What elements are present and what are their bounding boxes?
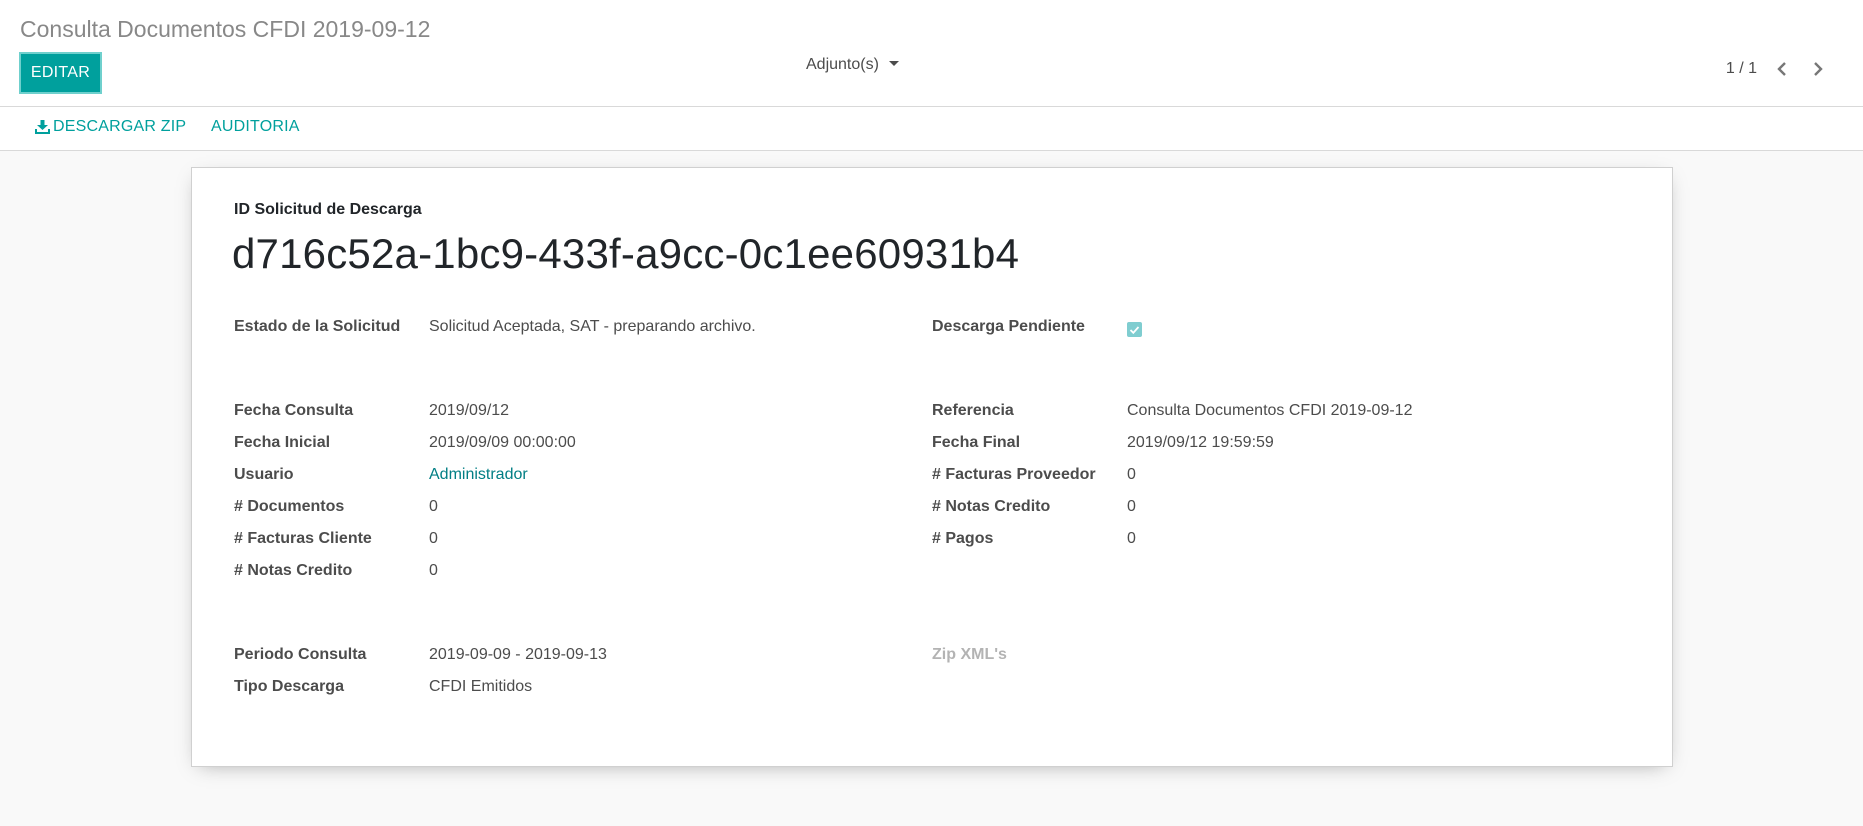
download-icon bbox=[35, 120, 50, 134]
zip-xml-label: Zip XML's bbox=[932, 646, 1007, 663]
field-label-pagos: # Pagos bbox=[932, 530, 994, 547]
field-value-fecha-consulta: 2019/09/12 bbox=[429, 402, 510, 419]
field-label-fecha-inicial: Fecha Inicial bbox=[234, 434, 331, 451]
field-value-documentos: 0 bbox=[429, 498, 438, 515]
field-value-fecha-inicial: 2019/09/09 00:00:00 bbox=[429, 434, 576, 451]
pending-checkbox[interactable] bbox=[1127, 322, 1142, 337]
user-link[interactable]: Administrador bbox=[429, 466, 528, 484]
attachments-dropdown[interactable]: Adjunto(s) bbox=[806, 56, 899, 74]
field-value-fecha-final: 2019/09/12 19:59:59 bbox=[1127, 434, 1274, 451]
field-value-pagos: 0 bbox=[1127, 530, 1136, 547]
pager-next-button[interactable] bbox=[1807, 58, 1829, 80]
field-label-notas-credito-emitidas: # Notas Credito bbox=[234, 562, 353, 579]
download-zip-button[interactable]: DESCARGAR ZIP bbox=[35, 118, 186, 136]
field-label-referencia: Referencia bbox=[932, 402, 1014, 419]
field-label-usuario: Usuario bbox=[234, 466, 294, 483]
download-zip-label: DESCARGAR ZIP bbox=[53, 118, 187, 135]
audit-button[interactable]: AUDITORIA bbox=[211, 118, 300, 136]
field-value-facturas-cliente: 0 bbox=[429, 530, 438, 547]
pager: 1 / 1 bbox=[1726, 58, 1829, 80]
field-label-fecha-final: Fecha Final bbox=[932, 434, 1021, 451]
field-value-notas-credito-recibidas: 0 bbox=[1127, 498, 1136, 515]
field-label-fecha-consulta: Fecha Consulta bbox=[234, 402, 354, 419]
pending-label: Descarga Pendiente bbox=[932, 318, 1085, 335]
field-value-notas-credito-emitidas: 0 bbox=[429, 562, 438, 579]
pager-previous-button[interactable] bbox=[1771, 58, 1793, 80]
caret-down-icon bbox=[888, 61, 899, 66]
chevron-right-icon bbox=[1814, 62, 1823, 76]
period-value: 2019-09-09 - 2019-09-13 bbox=[429, 646, 607, 663]
field-label-documentos: # Documentos bbox=[234, 498, 345, 515]
breadcrumb[interactable]: Consulta Documentos CFDI 2019-09-12 bbox=[20, 16, 430, 43]
field-label-facturas-proveedor: # Facturas Proveedor bbox=[932, 466, 1096, 483]
record-id: d716c52a-1bc9-433f-a9cc-0c1ee60931b4 bbox=[232, 230, 1020, 277]
status-value: Solicitud Aceptada, SAT - preparando arc… bbox=[429, 318, 756, 335]
field-value-facturas-proveedor: 0 bbox=[1127, 466, 1136, 483]
title-label: ID Solicitud de Descarga bbox=[234, 201, 422, 218]
field-label-notas-credito-recibidas: # Notas Credito bbox=[932, 498, 1051, 515]
download-type-value: CFDI Emitidos bbox=[429, 678, 533, 695]
chevron-left-icon bbox=[1777, 62, 1786, 76]
pager-value[interactable]: 1 / 1 bbox=[1726, 60, 1757, 78]
field-value-referencia: Consulta Documentos CFDI 2019-09-12 bbox=[1127, 402, 1413, 419]
status-label: Estado de la Solicitud bbox=[234, 318, 401, 335]
check-icon bbox=[1129, 325, 1140, 334]
download-type-label: Tipo Descarga bbox=[234, 678, 344, 695]
period-label: Periodo Consulta bbox=[234, 646, 367, 663]
attachments-label: Adjunto(s) bbox=[806, 56, 879, 73]
edit-button[interactable]: EDITAR bbox=[19, 52, 102, 94]
field-label-facturas-cliente: # Facturas Cliente bbox=[234, 530, 372, 547]
